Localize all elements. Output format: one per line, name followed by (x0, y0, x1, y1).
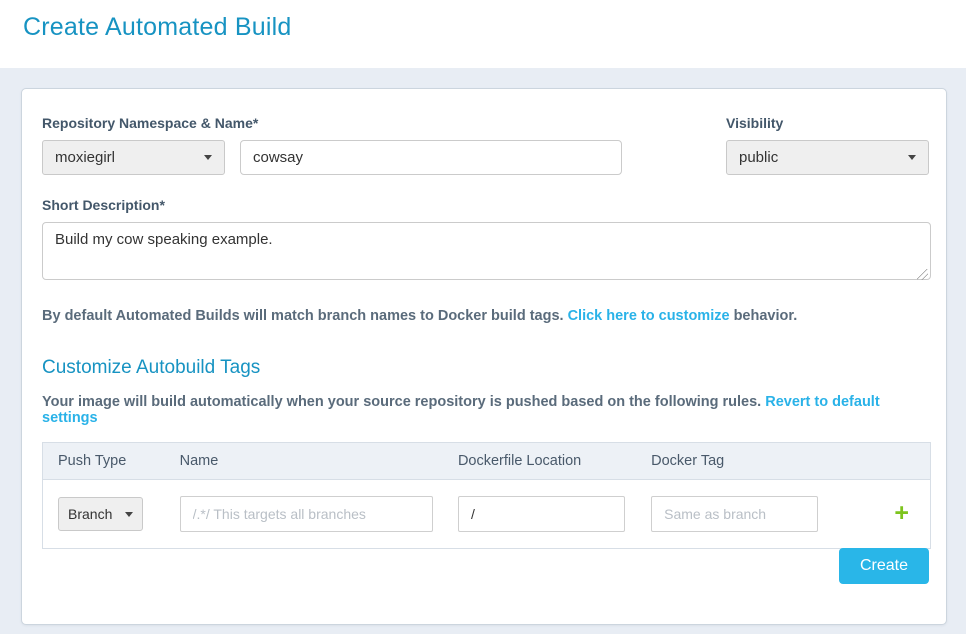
docker-tag-input[interactable] (651, 496, 818, 532)
autobuild-rules-note-text: Your image will build automatically when… (42, 394, 765, 410)
chevron-down-icon (908, 155, 916, 160)
push-type-select-value: Branch (68, 506, 112, 522)
push-type-select[interactable]: Branch (58, 497, 143, 531)
form-actions: Create (839, 548, 929, 584)
repository-name-input[interactable] (240, 140, 622, 175)
customize-behavior-link[interactable]: Click here to customize (568, 308, 730, 324)
create-button[interactable]: Create (839, 548, 929, 584)
page-header: Create Automated Build (0, 0, 966, 68)
create-build-form-card: Repository Namespace & Name* moxiegirl V… (21, 88, 947, 625)
name-header: Name (165, 443, 443, 480)
customize-autobuild-heading: Customize Autobuild Tags (42, 357, 929, 379)
default-build-note: By default Automated Builds will match b… (42, 308, 929, 324)
short-description-label: Short Description* (42, 197, 929, 213)
branch-name-input[interactable] (180, 496, 433, 532)
visibility-select[interactable]: public (726, 140, 929, 175)
push-type-header: Push Type (43, 443, 165, 480)
dockerfile-location-header: Dockerfile Location (443, 443, 636, 480)
page-title: Create Automated Build (23, 13, 966, 42)
push-type-cell: Branch (43, 480, 165, 549)
namespace-select[interactable]: moxiegirl (42, 140, 225, 175)
table-row: Branch + (43, 480, 931, 549)
repo-namespace-name-label: Repository Namespace & Name* (42, 115, 622, 131)
short-description-textarea[interactable]: Build my cow speaking example. (42, 222, 931, 280)
main-content: Repository Namespace & Name* moxiegirl V… (0, 68, 966, 625)
dockerfile-location-input[interactable] (458, 496, 625, 532)
chevron-down-icon (204, 155, 212, 160)
docker-tag-header: Docker Tag (636, 443, 869, 480)
autobuild-rules-table: Push Type Name Dockerfile Location Docke… (42, 442, 931, 549)
short-description-group: Short Description* Build my cow speaking… (42, 197, 929, 285)
visibility-label: Visibility (726, 115, 929, 131)
repo-visibility-row: Repository Namespace & Name* moxiegirl V… (42, 115, 929, 175)
repo-namespace-name-group: Repository Namespace & Name* moxiegirl (42, 115, 622, 175)
visibility-group: Visibility public (726, 115, 929, 175)
default-build-note-text-after: behavior. (730, 308, 798, 324)
namespace-select-value: moxiegirl (55, 149, 115, 166)
branch-name-cell (165, 480, 443, 549)
chevron-down-icon (125, 512, 133, 517)
visibility-select-value: public (739, 149, 778, 166)
add-rule-cell: + (869, 480, 930, 549)
autobuild-rules-note: Your image will build automatically when… (42, 394, 929, 426)
dockerfile-location-cell (443, 480, 636, 549)
docker-tag-cell (636, 480, 869, 549)
default-build-note-text: By default Automated Builds will match b… (42, 308, 568, 324)
add-rule-plus-icon[interactable]: + (884, 503, 919, 523)
table-header-row: Push Type Name Dockerfile Location Docke… (43, 443, 931, 480)
add-column-header (869, 443, 930, 480)
